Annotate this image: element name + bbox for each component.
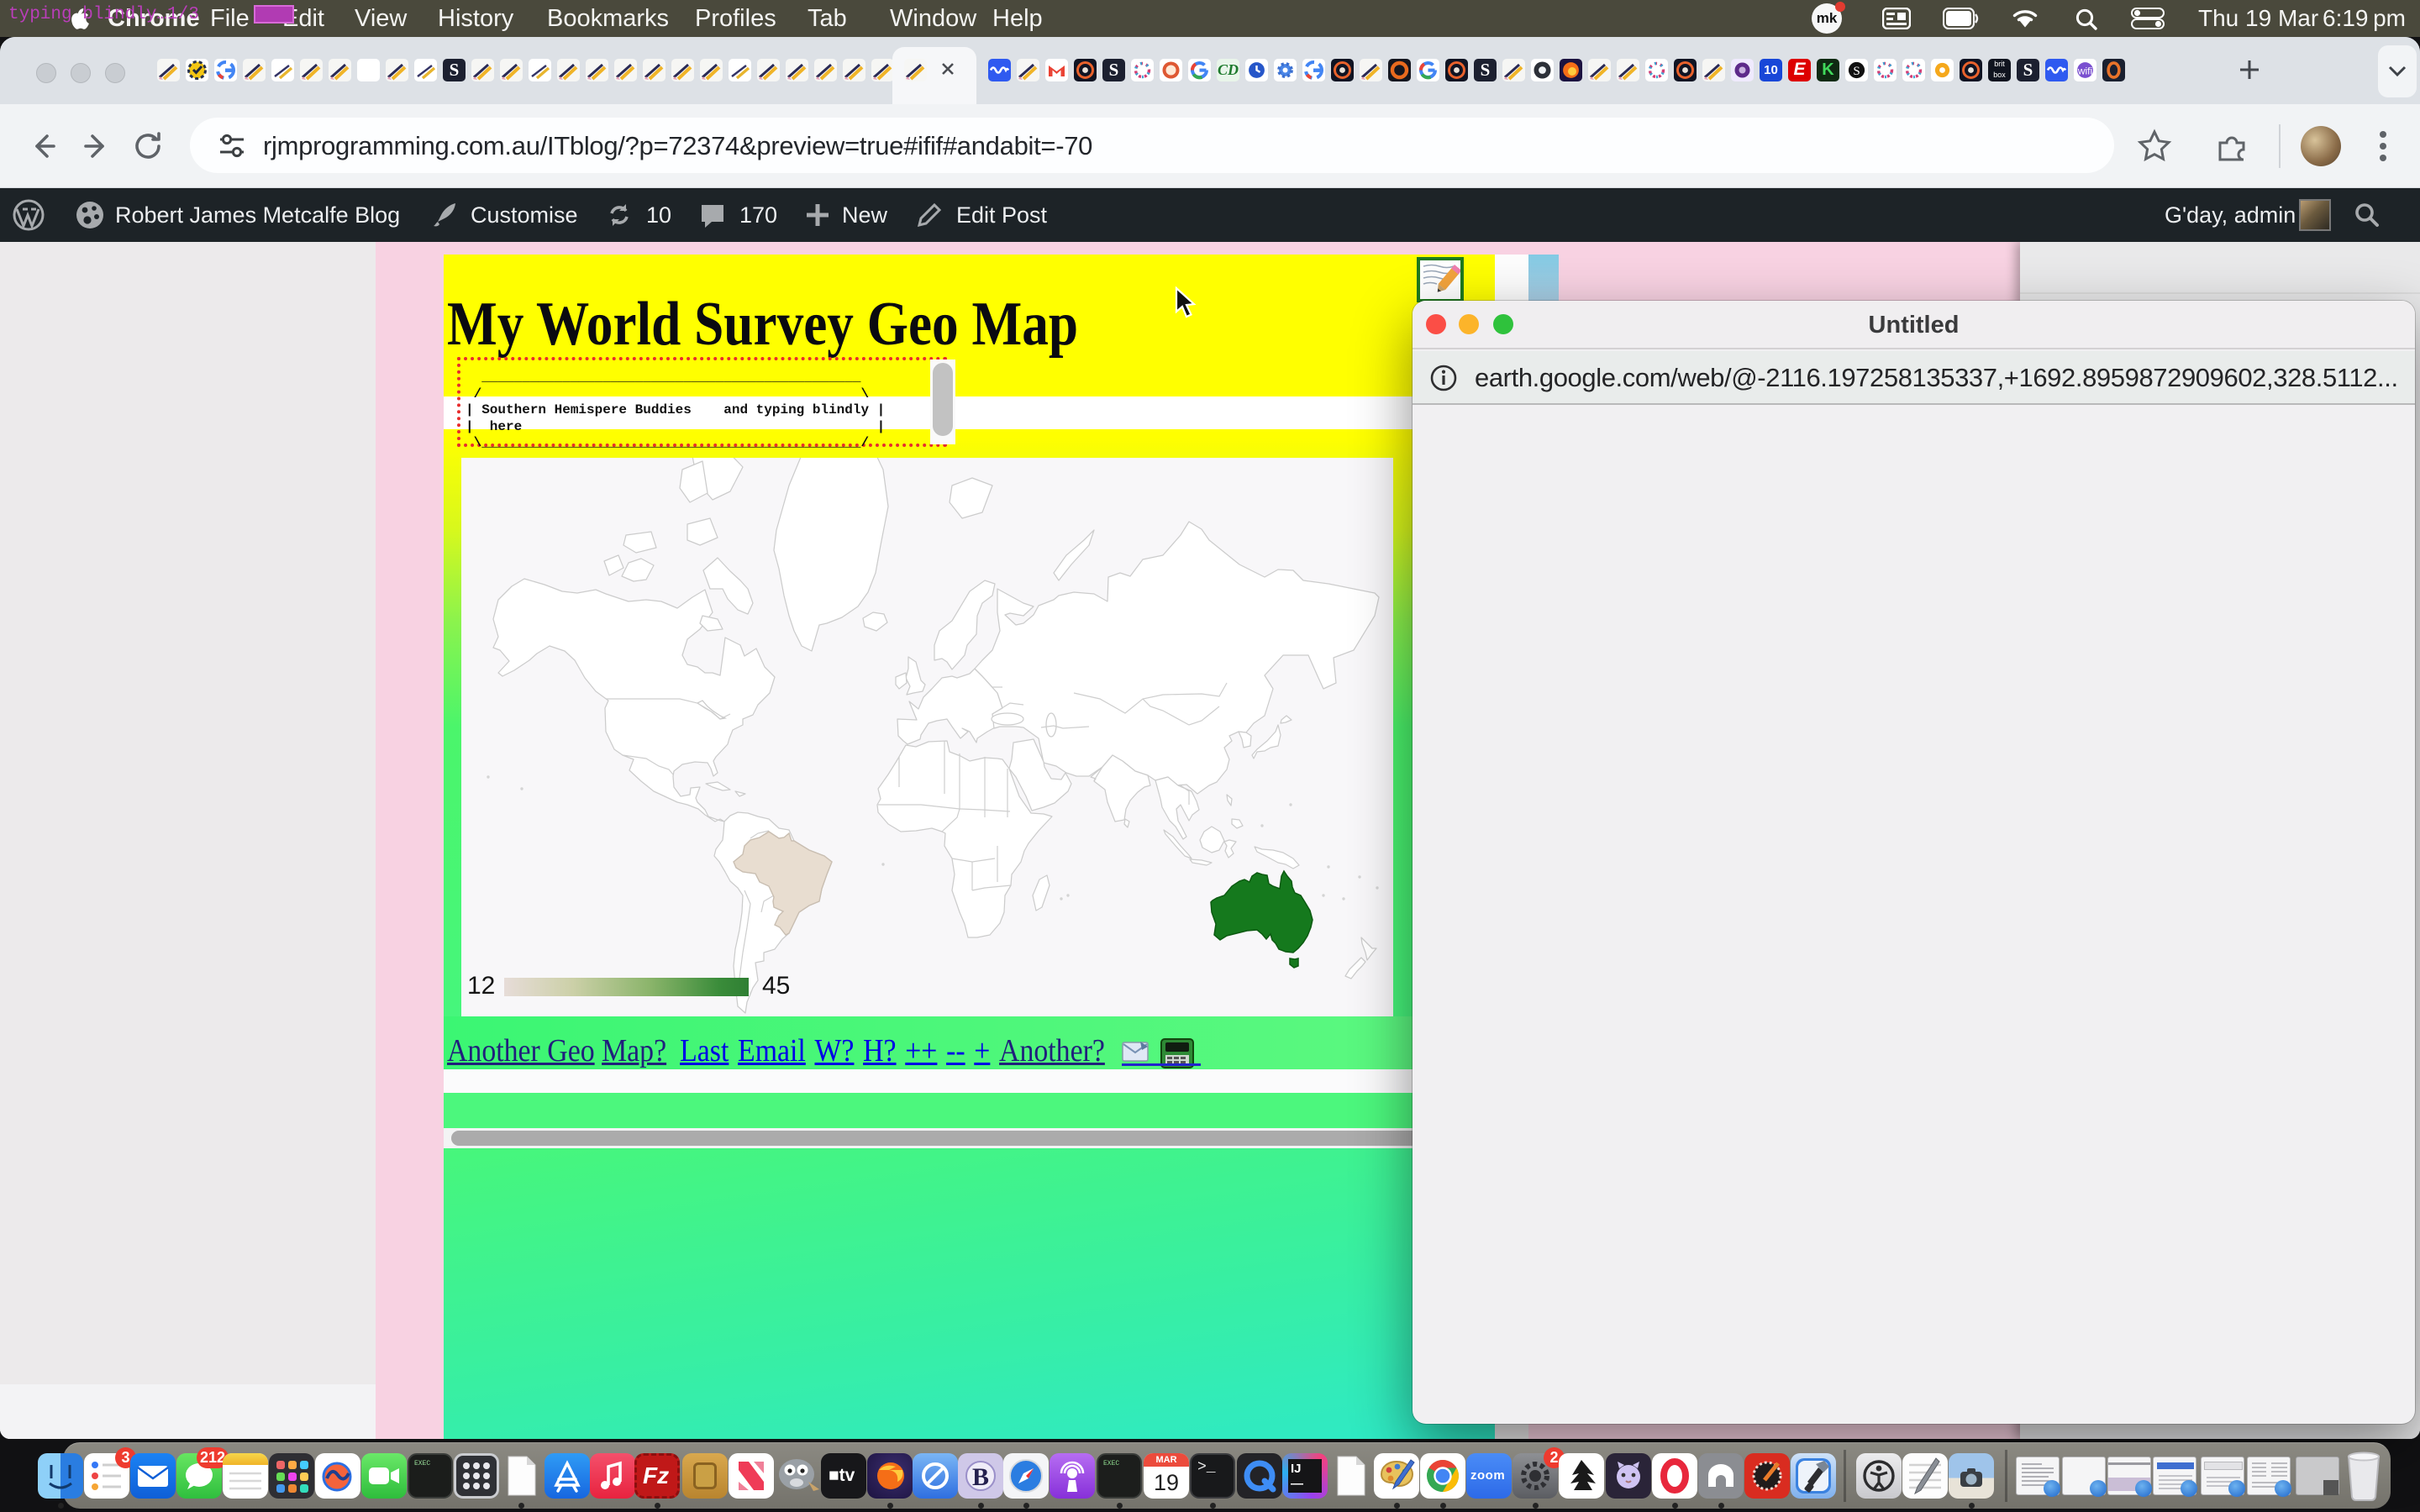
svg-text:S: S: [1853, 65, 1860, 78]
svg-text:B: B: [972, 1463, 989, 1491]
svg-text:wifi: wifi: [2077, 66, 2092, 77]
